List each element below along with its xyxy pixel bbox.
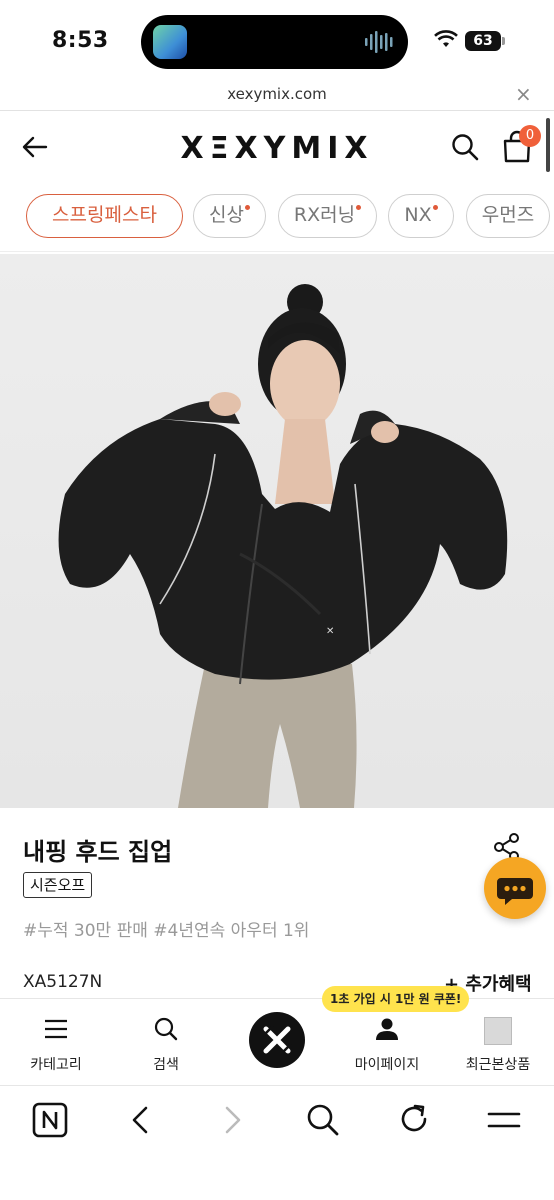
- menu-icon: [45, 1019, 67, 1039]
- chip-label: NX: [404, 204, 432, 226]
- menu-icon[interactable]: [486, 1102, 522, 1138]
- refresh-icon[interactable]: [396, 1102, 432, 1138]
- cart-count-badge: 0: [519, 125, 541, 147]
- chip-label: RX러닝: [293, 204, 356, 226]
- model-wearing-hoodie-illustration: ✕: [58, 284, 508, 808]
- search-icon[interactable]: [450, 132, 480, 162]
- new-dot-indicator: [356, 205, 362, 210]
- battery-indicator: 63: [465, 31, 501, 51]
- product-name: 내핑 후드 집업: [23, 838, 173, 866]
- chip-label: 스프링페스타: [52, 204, 157, 226]
- user-icon: [376, 1018, 398, 1040]
- signup-coupon-badge[interactable]: 1초 가입 시 1만 원 쿠폰!: [322, 986, 470, 1012]
- now-playing-app-icon: [153, 25, 187, 59]
- search-icon[interactable]: [305, 1102, 341, 1138]
- nav-label: 카테고리: [30, 1057, 82, 1073]
- battery-tip: [502, 37, 505, 45]
- season-off-badge: 시즌오프: [23, 872, 93, 898]
- browser-toolbar: [0, 1085, 554, 1200]
- wifi-icon: [434, 30, 458, 47]
- status-time: 8:53: [52, 28, 109, 53]
- chip-label: 신상: [209, 204, 244, 226]
- back-chevron-icon[interactable]: [123, 1102, 159, 1138]
- status-bar: 8:53 63: [0, 0, 554, 82]
- product-code: XA5127N: [23, 972, 103, 992]
- chat-bubble-icon: [497, 878, 533, 905]
- audio-wave-icon: [365, 31, 393, 53]
- nav-label: 마이페이지: [354, 1057, 420, 1073]
- scroll-indicator: [546, 118, 550, 172]
- chip-nx[interactable]: NX: [388, 194, 454, 238]
- nav-label: 검색: [153, 1057, 179, 1073]
- brand-logo[interactable]: XΞXYMIX: [150, 131, 404, 166]
- naver-home-icon[interactable]: [32, 1102, 68, 1138]
- close-icon[interactable]: ×: [515, 82, 532, 106]
- x-logo-icon: [262, 1025, 292, 1055]
- new-dot-indicator: [244, 205, 250, 210]
- search-icon: [154, 1017, 178, 1041]
- chip-rx-running[interactable]: RX러닝: [278, 194, 377, 238]
- new-dot-indicator: [432, 205, 438, 210]
- forward-chevron-icon[interactable]: [214, 1102, 250, 1138]
- dynamic-island: [141, 15, 408, 69]
- category-chips: 스프링페스타 신상 RX러닝 NX 우먼즈: [0, 186, 554, 252]
- back-arrow-icon[interactable]: [20, 132, 50, 162]
- nav-label: 최근본상품: [465, 1057, 531, 1073]
- site-header: XΞXYMIX: [0, 112, 554, 180]
- chip-womens[interactable]: 우먼즈: [466, 194, 550, 238]
- browser-url-bar[interactable]: xexymix.com ×: [0, 82, 554, 111]
- chat-button[interactable]: [484, 857, 546, 919]
- svg-text:✕: ✕: [326, 626, 334, 637]
- product-image[interactable]: ✕: [0, 254, 554, 808]
- chip-label: 우먼즈: [481, 204, 535, 226]
- home-x-button[interactable]: [249, 1012, 305, 1068]
- nav-category[interactable]: 카테고리: [1, 999, 111, 1085]
- chip-spring-festa[interactable]: 스프링페스타: [26, 194, 183, 238]
- product-hashtags: #누적 30만 판매 #4년연속 아우터 1위: [23, 921, 310, 941]
- nav-search[interactable]: 검색: [111, 999, 221, 1085]
- chip-new[interactable]: 신상: [193, 194, 266, 238]
- url-text[interactable]: xexymix.com: [0, 85, 554, 103]
- recent-product-thumbnail[interactable]: [484, 1017, 512, 1045]
